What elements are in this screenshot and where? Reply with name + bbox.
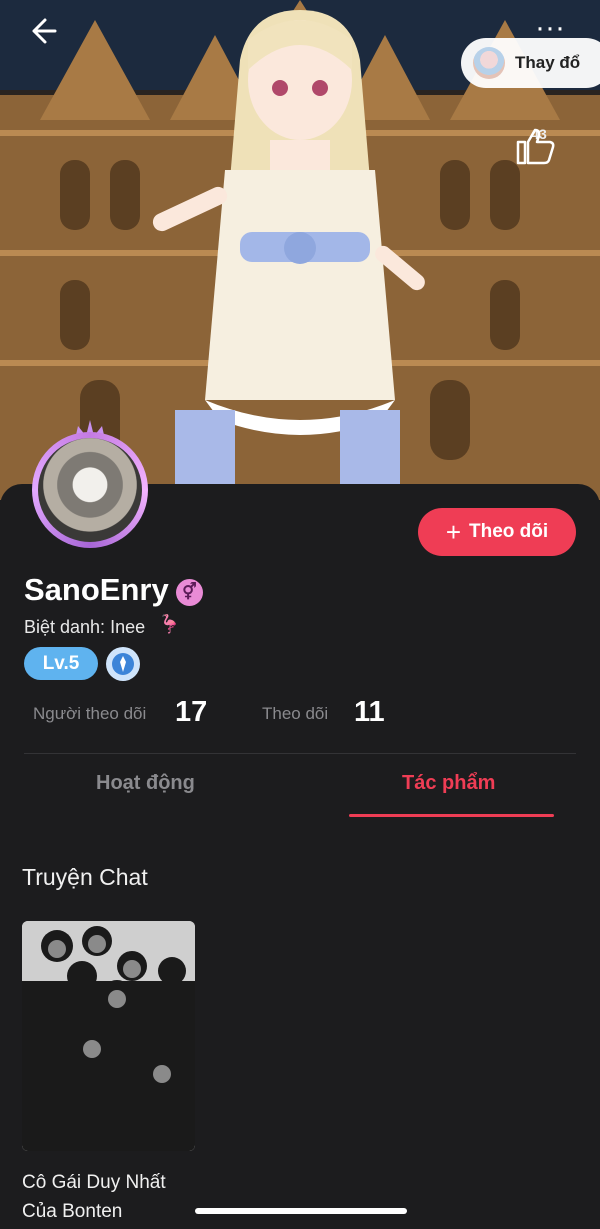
back-button[interactable] bbox=[28, 16, 68, 56]
thumbs-up-icon bbox=[516, 128, 555, 165]
flamingo-icon: 🦩 bbox=[158, 614, 181, 634]
username: SanoEnry bbox=[24, 572, 169, 607]
arrow-left-icon bbox=[32, 18, 57, 44]
change-outfit-button[interactable]: Thay đổ bbox=[461, 38, 600, 88]
story-title[interactable]: Cô Gái Duy Nhất Của Bonten bbox=[22, 1168, 202, 1226]
divider bbox=[24, 753, 576, 754]
story-cover-image bbox=[22, 921, 195, 1151]
home-indicator[interactable] bbox=[195, 1208, 407, 1214]
level-badge[interactable]: Lv.5 bbox=[24, 647, 98, 680]
following-count[interactable]: 11 bbox=[354, 696, 385, 729]
avatar[interactable] bbox=[22, 418, 156, 552]
rank-icon bbox=[112, 653, 134, 675]
follow-label: Theo dõi bbox=[469, 521, 549, 542]
followers-label[interactable]: Người theo dõi bbox=[33, 704, 146, 724]
plus-icon: + bbox=[445, 517, 462, 547]
change-outfit-label: Thay đổ bbox=[515, 53, 581, 72]
tab-works[interactable]: Tác phẩm bbox=[402, 772, 495, 795]
follow-button[interactable]: + Theo dõi bbox=[418, 508, 576, 556]
like-button[interactable]: 43 bbox=[512, 122, 566, 198]
followers-count[interactable]: 17 bbox=[175, 696, 207, 729]
tab-activity[interactable]: Hoạt động bbox=[96, 772, 195, 795]
story-cover[interactable] bbox=[22, 921, 195, 1151]
rank-badge[interactable] bbox=[106, 647, 140, 681]
female-icon: ⚥ bbox=[176, 579, 203, 606]
avatar-frame bbox=[32, 432, 148, 548]
following-label[interactable]: Theo dõi bbox=[262, 704, 328, 724]
avatar-image bbox=[38, 438, 142, 542]
outfit-thumbnail bbox=[473, 47, 505, 79]
section-title: Truyện Chat bbox=[22, 864, 148, 890]
active-tab-indicator bbox=[349, 814, 554, 817]
nickname: Biệt danh: Inee bbox=[24, 617, 146, 637]
